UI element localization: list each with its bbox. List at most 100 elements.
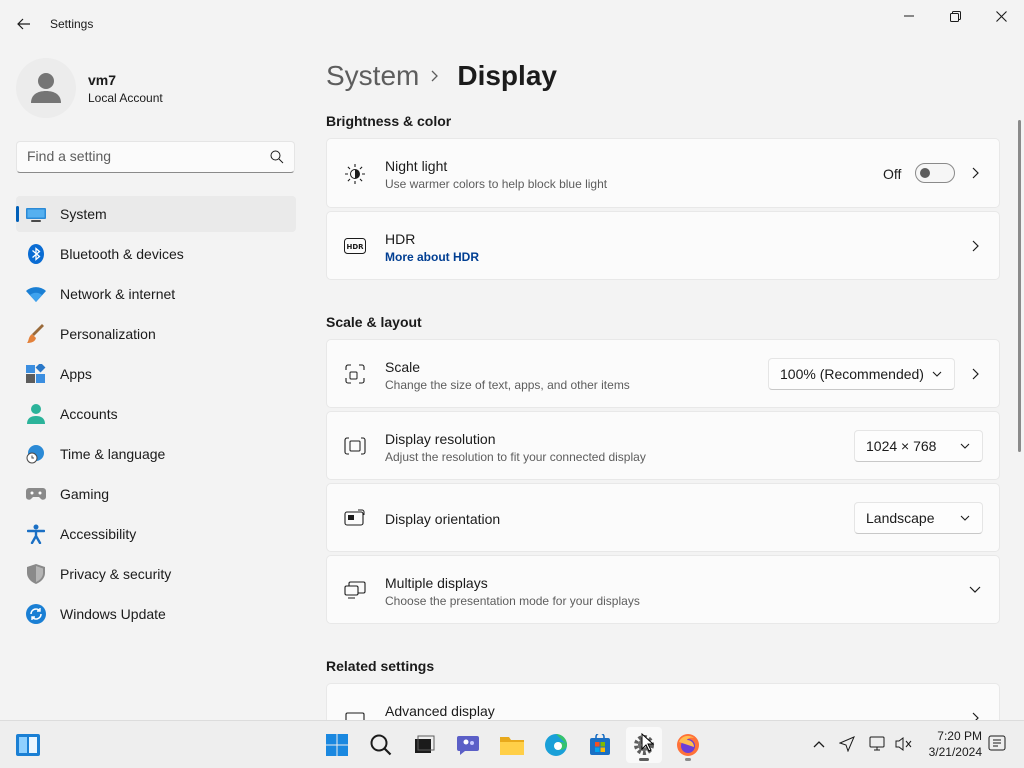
shield-icon <box>26 564 46 584</box>
dropdown-value: Landscape <box>866 510 935 526</box>
display-orientation-card[interactable]: Display orientation Landscape <box>326 483 1000 552</box>
start-icon <box>326 734 348 756</box>
minimize-icon <box>904 15 914 17</box>
card-title: Night light <box>385 158 448 174</box>
sidebar-item-bluetooth[interactable]: Bluetooth & devices <box>16 236 296 272</box>
sidebar-item-windows-update[interactable]: Windows Update <box>16 596 296 632</box>
start-button[interactable] <box>319 727 355 763</box>
brightness-icon <box>344 163 366 185</box>
minimize-button[interactable] <box>886 0 932 32</box>
back-button[interactable] <box>10 10 38 38</box>
file-explorer-icon <box>500 737 524 755</box>
scrollbar[interactable] <box>1018 120 1021 452</box>
search-input[interactable] <box>27 148 257 164</box>
sidebar-item-gaming[interactable]: Gaming <box>16 476 296 512</box>
edge-button[interactable] <box>538 727 574 763</box>
search-icon[interactable] <box>270 150 284 164</box>
sidebar-item-label: Accounts <box>60 406 118 422</box>
sidebar-item-accounts[interactable]: Accounts <box>16 396 296 432</box>
file-explorer-button[interactable] <box>494 727 530 763</box>
task-view-button[interactable] <box>406 727 442 763</box>
sidebar-item-network[interactable]: Network & internet <box>16 276 296 312</box>
card-title: HDR <box>385 231 416 247</box>
sidebar-item-system[interactable]: System <box>16 196 296 232</box>
firefox-button[interactable] <box>670 727 706 763</box>
user-name: vm7 <box>88 72 117 88</box>
window-title: Settings <box>50 17 94 31</box>
scale-icon <box>344 363 366 385</box>
sidebar-item-label: Network & internet <box>60 286 176 302</box>
sidebar-item-label: Time & language <box>60 446 166 462</box>
chevron-right-icon[interactable] <box>969 368 981 380</box>
search-icon <box>370 734 392 756</box>
chat-button[interactable] <box>450 727 486 763</box>
person-avatar-icon <box>31 73 61 103</box>
show-hidden-icons-button[interactable] <box>808 733 830 755</box>
sidebar-item-apps[interactable]: Apps <box>16 356 296 392</box>
close-icon <box>995 10 1007 22</box>
toggle-state-text: Off <box>883 166 902 182</box>
volume-tray-button[interactable] <box>893 733 915 755</box>
card-title: Scale <box>385 359 421 375</box>
orientation-dropdown[interactable]: Landscape <box>854 502 983 534</box>
sidebar-nav: System Bluetooth & devices Network & int… <box>16 196 296 636</box>
card-title: Multiple displays <box>385 575 488 591</box>
sidebar-item-privacy[interactable]: Privacy & security <box>16 556 296 592</box>
multiple-displays-icon <box>344 579 366 601</box>
clock-date: 3/21/2024 <box>928 745 982 759</box>
sidebar-item-label: Bluetooth & devices <box>60 246 184 262</box>
hdr-card[interactable]: HDR HDR More about HDR <box>326 211 1000 280</box>
resolution-icon <box>344 435 366 457</box>
edge-icon <box>545 734 567 756</box>
card-description: Change the size of text, apps, and other… <box>385 378 630 392</box>
sidebar-item-accessibility[interactable]: Accessibility <box>16 516 296 552</box>
title-bar: Settings <box>0 0 1024 48</box>
account-type: Local Account <box>88 91 163 105</box>
running-indicator <box>639 758 649 761</box>
user-profile[interactable]: vm7 Local Account <box>16 58 296 118</box>
breadcrumb: System Display <box>326 58 557 94</box>
back-arrow-icon <box>17 18 30 30</box>
sidebar-item-label: Apps <box>60 366 92 382</box>
search-box[interactable] <box>16 141 295 173</box>
resolution-dropdown[interactable]: 1024 × 768 <box>854 430 983 462</box>
card-description: Use warmer colors to help block blue lig… <box>385 177 608 191</box>
scale-card[interactable]: Scale Change the size of text, apps, and… <box>326 339 1000 408</box>
night-light-card[interactable]: Night light Use warmer colors to help bl… <box>326 138 1000 208</box>
taskbar-clock[interactable]: 7:20 PM 3/21/2024 <box>920 728 982 760</box>
sidebar-item-time-language[interactable]: Time & language <box>16 436 296 472</box>
chevron-right-icon <box>431 70 445 82</box>
chevron-right-icon[interactable] <box>969 167 981 179</box>
speaker-muted-icon <box>895 737 912 751</box>
sidebar-item-label: Personalization <box>60 326 156 342</box>
card-description: Choose the presentation mode for your di… <box>385 594 640 608</box>
night-light-toggle[interactable] <box>915 163 955 183</box>
widgets-button[interactable] <box>10 727 46 763</box>
chevron-right-icon[interactable] <box>969 240 981 252</box>
scale-dropdown[interactable]: 100% (Recommended) <box>768 358 955 390</box>
display-resolution-card[interactable]: Display resolution Adjust the resolution… <box>326 411 1000 480</box>
multiple-displays-card[interactable]: Multiple displays Choose the presentatio… <box>326 555 1000 624</box>
network-icon <box>869 736 885 751</box>
advanced-display-card[interactable]: Advanced display <box>326 683 1000 724</box>
page-title: Display <box>457 60 557 91</box>
location-tray-button[interactable] <box>836 733 858 755</box>
sidebar-item-personalization[interactable]: Personalization <box>16 316 296 352</box>
chevron-down-icon <box>960 515 970 521</box>
breadcrumb-parent[interactable]: System <box>326 60 419 92</box>
notifications-button[interactable] <box>986 733 1008 755</box>
more-about-hdr-link[interactable]: More about HDR <box>385 250 479 264</box>
maximize-button[interactable] <box>932 0 978 32</box>
avatar <box>16 58 76 118</box>
bluetooth-icon <box>26 244 46 264</box>
chevron-down-icon[interactable] <box>969 584 981 596</box>
network-tray-button[interactable] <box>867 733 889 755</box>
apps-icon <box>26 364 46 384</box>
accessibility-icon <box>26 524 46 544</box>
close-button[interactable] <box>978 0 1024 32</box>
taskbar-search-button[interactable] <box>363 727 399 763</box>
task-view-icon <box>415 735 435 753</box>
store-button[interactable] <box>582 727 618 763</box>
dropdown-value: 1024 × 768 <box>866 438 937 454</box>
firefox-icon <box>677 734 699 756</box>
